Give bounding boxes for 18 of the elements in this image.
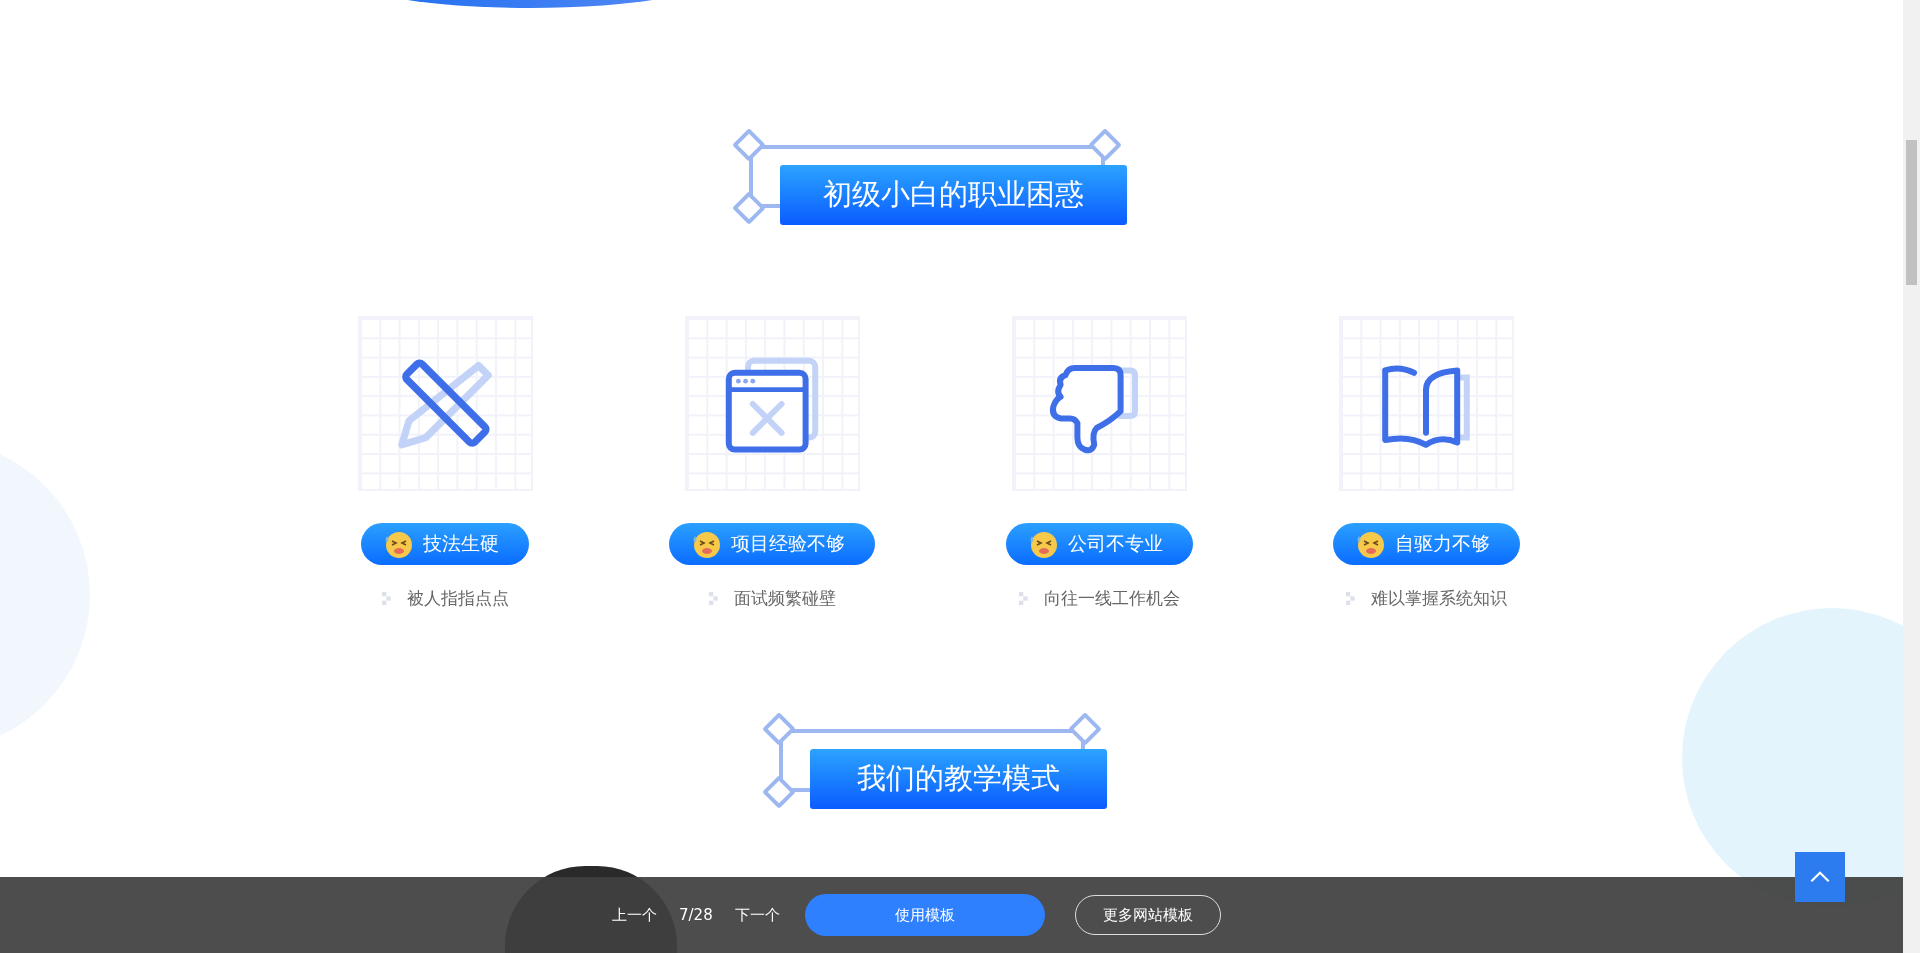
problem-note: 难以掌握系统知识 — [1370, 587, 1507, 610]
section-title: 初级小白的职业困惑 — [779, 165, 1127, 225]
page-counter: 7/28 — [679, 906, 713, 924]
use-template-button[interactable]: 使用模板 — [804, 894, 1045, 936]
section-title: 我们的教学模式 — [809, 749, 1107, 809]
sweat-face-icon — [383, 529, 413, 559]
sweat-face-icon — [691, 529, 721, 559]
problem-title: 公司不专业 — [1067, 531, 1163, 556]
problem-title: 技法生硬 — [423, 531, 499, 556]
problem-note: 被人指指点点 — [406, 587, 509, 610]
problem-note: 向往一线工作机会 — [1043, 587, 1180, 610]
problem-note: 面试频繁碰壁 — [733, 587, 836, 610]
problem-title: 自驱力不够 — [1394, 531, 1490, 556]
back-to-top-button[interactable] — [1795, 852, 1845, 902]
next-link[interactable]: 下一个 — [734, 905, 780, 925]
previous-link[interactable]: 上一个 — [612, 905, 657, 925]
problem-title: 项目经验不够 — [731, 531, 845, 556]
scrollbar[interactable] — [1903, 0, 1920, 953]
